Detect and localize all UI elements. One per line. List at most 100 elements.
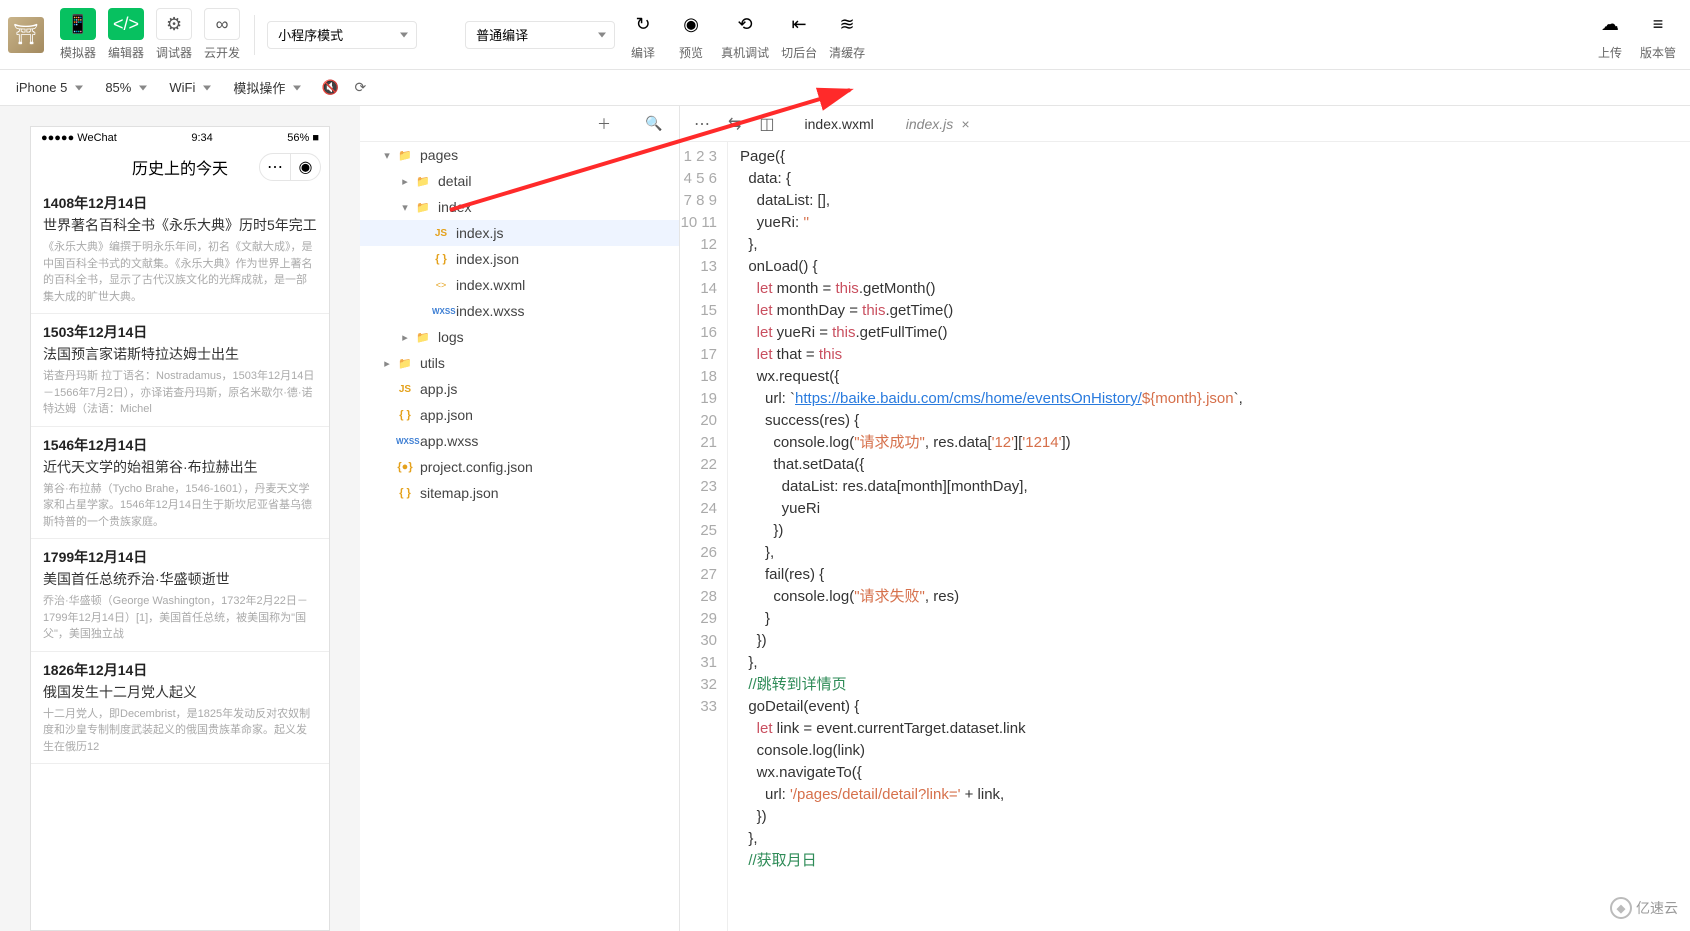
file-explorer: ＋ 🔍 ▾📁pages▸📁detail▾📁indexJSindex.js{ }i…	[360, 106, 680, 931]
folder-icon: 📁	[414, 201, 432, 214]
code-body[interactable]: Page({ data: { dataList: [], yueRi: '' }…	[728, 142, 1690, 931]
tree-node-app.wxss[interactable]: WXSS app.wxss	[360, 428, 679, 454]
network-select[interactable]: WiFi	[161, 76, 215, 100]
code-area[interactable]: 1 2 3 4 5 6 7 8 9 10 11 12 13 14 15 16 1…	[680, 142, 1690, 931]
folder-icon: 📁	[414, 331, 432, 344]
capsule-buttons: ⋯ ◉	[259, 153, 321, 181]
tree-node-label: utils	[420, 355, 445, 371]
article-item[interactable]: 1546年12月14日近代天文学的始祖第谷·布拉赫出生第谷·布拉赫（Tycho …	[31, 427, 329, 540]
tree-node-index.wxml[interactable]: <> index.wxml	[360, 272, 679, 298]
phone-icon: 📱	[60, 8, 96, 40]
bug-icon: ⚙	[156, 8, 192, 40]
js-icon: JS	[432, 228, 450, 239]
editor-pane: ⋯ ⇆ ◫ index.wxml index.js× 1 2 3 4 5 6 7 …	[680, 106, 1690, 931]
realdevice-button[interactable]: ⟲真机调试	[721, 8, 769, 61]
watermark-icon: ◆	[1610, 897, 1632, 919]
simaction-select[interactable]: 模拟操作	[225, 76, 305, 100]
battery-text: 56% ■	[287, 132, 319, 144]
cloud-dev-button[interactable]: ∞云开发	[204, 8, 240, 61]
json-icon: { }	[396, 409, 414, 421]
tree-node-label: app.js	[420, 381, 457, 397]
tree-node-project.config.json[interactable]: {●}project.config.json	[360, 454, 679, 480]
code-icon: </>	[108, 8, 144, 40]
folder-icon: 📁	[414, 175, 432, 188]
tree-node-pages[interactable]: ▾📁pages	[360, 142, 679, 168]
tree-node-label: pages	[420, 147, 458, 163]
tree-node-index[interactable]: ▾📁index	[360, 194, 679, 220]
close-icon[interactable]: ◉	[290, 154, 320, 180]
folder-icon: 📁	[396, 149, 414, 162]
preview-button[interactable]: ◉预览	[673, 8, 709, 61]
cfg-icon: {●}	[396, 461, 414, 473]
layout-icon[interactable]: ◫	[759, 114, 774, 134]
simulator-pane: ●●●●● WeChat 9:34 56% ■ 历史上的今天 ⋯ ◉ 1408年…	[0, 106, 360, 931]
compile-select[interactable]: 普通编译	[465, 21, 615, 49]
cutback-icon: ⇤	[781, 8, 817, 40]
tree-node-app.js[interactable]: JSapp.js	[360, 376, 679, 402]
split-icon[interactable]: ⇆	[728, 114, 741, 134]
article-desc: 十二月党人，即Decembrist，是1825年发动反对农奴制度和沙皇专制制度武…	[43, 706, 317, 756]
article-item[interactable]: 1799年12月14日美国首任总统乔治·华盛顿逝世乔治·华盛顿（George W…	[31, 539, 329, 652]
debugger-toggle[interactable]: ⚙调试器	[156, 8, 192, 61]
refresh-icon: ↻	[625, 8, 661, 40]
version-button[interactable]: ≡版本管	[1640, 8, 1676, 61]
article-item[interactable]: 1826年12月14日俄国发生十二月党人起义十二月党人，即Decembrist，…	[31, 652, 329, 765]
watermark-text: 亿速云	[1636, 898, 1678, 918]
article-desc: 诺查丹玛斯 拉丁语名：Nostradamus，1503年12月14日－1566年…	[43, 368, 317, 418]
tree-node-app.json[interactable]: { } app.json	[360, 402, 679, 428]
tree-node-label: detail	[438, 173, 471, 189]
article-desc: 《永乐大典》编撰于明永乐年间，初名《文献大成》，是中国百科全书式的文献集。《永乐…	[43, 239, 317, 305]
realdev-icon: ⟲	[727, 8, 763, 40]
app-badge: ⛩	[8, 17, 44, 53]
article-item[interactable]: 1503年12月14日法国预言家诺斯特拉达姆士出生诺查丹玛斯 拉丁语名：Nost…	[31, 314, 329, 427]
mute-icon[interactable]: 🔇	[318, 76, 342, 100]
tab-index.js[interactable]: index.js×	[890, 106, 986, 141]
article-date: 1503年12月14日	[43, 322, 317, 342]
simulator-toggle[interactable]: 📱模拟器	[60, 8, 96, 61]
wxss-icon: WXSS	[396, 437, 414, 446]
eye-icon: ◉	[673, 8, 709, 40]
tree-node-label: index.json	[456, 251, 519, 267]
tab-label: index.wxml	[805, 116, 874, 132]
tree-node-index.js[interactable]: JSindex.js	[360, 220, 679, 246]
tree-node-index.json[interactable]: { }index.json	[360, 246, 679, 272]
tree-node-label: app.wxss	[420, 433, 478, 449]
background-button[interactable]: ⇤切后台	[781, 8, 817, 61]
upload-button[interactable]: ☁上传	[1592, 8, 1628, 61]
upload-icon: ☁	[1592, 8, 1628, 40]
rotate-icon[interactable]: ⟳	[348, 76, 372, 100]
clearcache-button[interactable]: ≋清缓存	[829, 8, 865, 61]
zoom-select[interactable]: 85%	[97, 76, 151, 100]
tree-node-label: app.json	[420, 407, 473, 423]
separator	[254, 15, 255, 55]
device-select[interactable]: iPhone 5	[8, 76, 87, 100]
article-list[interactable]: 1408年12月14日世界著名百科全书《永乐大典》历时5年完工《永乐大典》编撰于…	[31, 185, 329, 764]
tree-node-label: index.wxml	[456, 277, 525, 293]
article-desc: 乔治·华盛顿（George Washington，1732年2月22日－1799…	[43, 593, 317, 643]
carrier-text: ●●●●● WeChat	[41, 132, 117, 144]
editor-toggle[interactable]: </>编辑器	[108, 8, 144, 61]
stack-icon: ≋	[829, 8, 865, 40]
article-headline: 美国首任总统乔治·华盛顿逝世	[43, 569, 317, 589]
article-item[interactable]: 1408年12月14日世界著名百科全书《永乐大典》历时5年完工《永乐大典》编撰于…	[31, 185, 329, 314]
tab-index.wxml[interactable]: index.wxml	[789, 106, 890, 141]
tree-node-index.wxss[interactable]: WXSSindex.wxss	[360, 298, 679, 324]
article-desc: 第谷·布拉赫（Tycho Brahe，1546-1601），丹麦天文学家和占星学…	[43, 481, 317, 531]
version-icon: ≡	[1640, 8, 1676, 40]
tab-close-icon[interactable]: ×	[961, 116, 969, 132]
wxml-icon: <>	[432, 280, 450, 290]
mini-program-titlebar: 历史上的今天 ⋯ ◉	[31, 149, 329, 185]
tree-node-sitemap.json[interactable]: { }sitemap.json	[360, 480, 679, 506]
menu-icon[interactable]: ⋯	[260, 154, 290, 180]
tree-node-logs[interactable]: ▸📁logs	[360, 324, 679, 350]
tree-node-label: index.wxss	[456, 303, 524, 319]
tree-node-detail[interactable]: ▸📁detail	[360, 168, 679, 194]
page-title: 历史上的今天	[132, 155, 228, 179]
tree-node-label: logs	[438, 329, 464, 345]
more-icon[interactable]: ⋯	[694, 114, 710, 134]
tree-node-utils[interactable]: ▸📁utils	[360, 350, 679, 376]
new-file-icon[interactable]: ＋	[592, 112, 616, 136]
article-date: 1408年12月14日	[43, 193, 317, 213]
compile-button[interactable]: ↻编译	[625, 8, 661, 61]
mode-select[interactable]: 小程序模式	[267, 21, 417, 49]
